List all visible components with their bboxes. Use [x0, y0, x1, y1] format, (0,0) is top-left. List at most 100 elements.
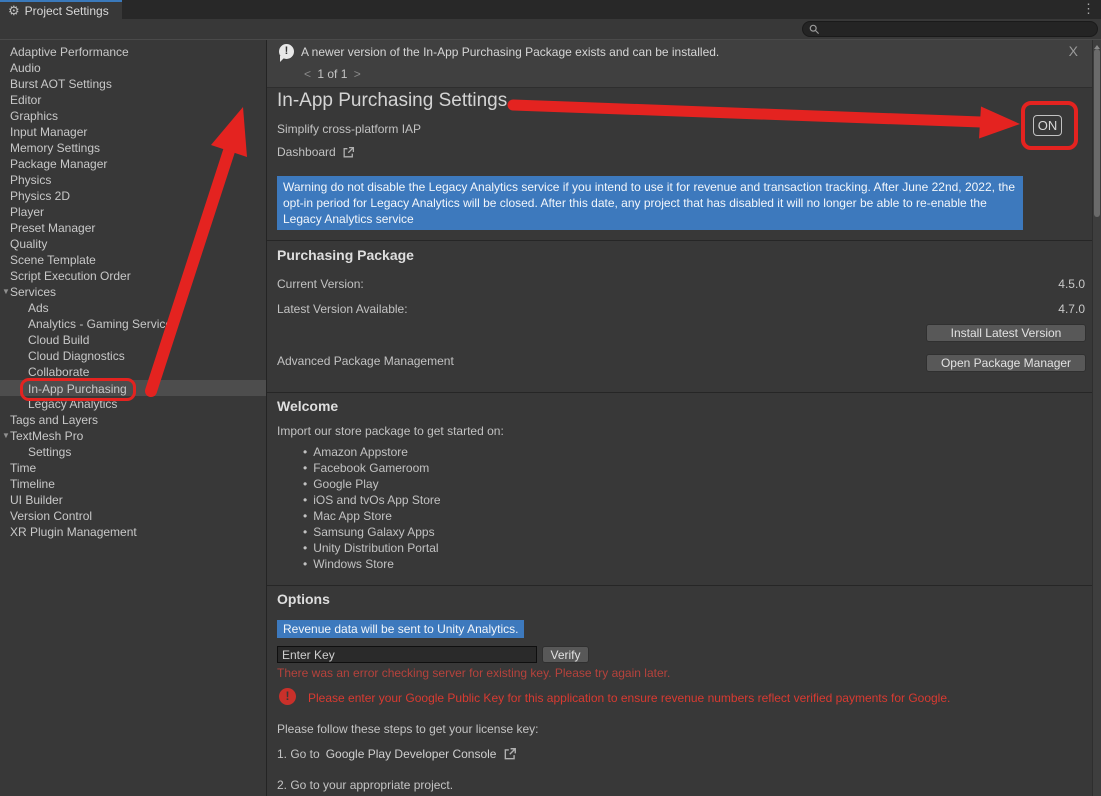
close-icon[interactable]: X — [1069, 43, 1078, 59]
sidebar-item-ads[interactable]: Ads — [0, 300, 266, 316]
external-link-icon — [503, 747, 517, 761]
sidebar-item-label: Settings — [28, 445, 71, 459]
sidebar-item-label: Burst AOT Settings — [10, 77, 112, 91]
store-name: Unity Distribution Portal — [313, 541, 438, 555]
sidebar-item-label: Timeline — [10, 477, 55, 491]
vertical-scrollbar[interactable] — [1092, 40, 1101, 796]
sidebar-item-tags-and-layers[interactable]: Tags and Layers — [0, 412, 266, 428]
section-divider — [267, 392, 1092, 393]
bullet-icon: • — [303, 477, 307, 491]
notification-bubble-icon: ! — [279, 44, 294, 59]
expand-triangle-icon[interactable]: ▼ — [2, 428, 10, 444]
sidebar-item-preset-manager[interactable]: Preset Manager — [0, 220, 266, 236]
kebab-menu-icon[interactable]: ⋮ — [1082, 1, 1095, 17]
store-name: iOS and tvOs App Store — [313, 493, 440, 507]
current-version-label: Current Version: — [277, 277, 364, 291]
advanced-package-management-label: Advanced Package Management — [277, 354, 454, 368]
open-package-manager-button[interactable]: Open Package Manager — [926, 354, 1086, 372]
page-title: In-App Purchasing Settings — [277, 90, 507, 112]
dashboard-link[interactable]: Dashboard — [277, 145, 355, 159]
license-step-1: 1. Go to Google Play Developer Console — [277, 747, 517, 761]
sidebar-item-burst-aot-settings[interactable]: Burst AOT Settings — [0, 76, 266, 92]
sidebar-item-version-control[interactable]: Version Control — [0, 508, 266, 524]
store-name: Samsung Galaxy Apps — [313, 525, 434, 539]
sidebar-item-ui-builder[interactable]: UI Builder — [0, 492, 266, 508]
settings-content: ! A newer version of the In-App Purchasi… — [267, 40, 1092, 796]
iap-enable-toggle[interactable]: ON — [1033, 115, 1062, 136]
store-list-item: • Google Play — [303, 476, 379, 492]
sidebar-item-xr-plugin-management[interactable]: XR Plugin Management — [0, 524, 266, 540]
sidebar-item-label: Audio — [10, 61, 41, 75]
enter-key-input[interactable] — [277, 646, 537, 663]
options-heading: Options — [277, 591, 330, 607]
search-icon — [809, 24, 820, 35]
sidebar-item-services[interactable]: ▼Services — [0, 284, 266, 300]
sidebar-item-in-app-purchasing[interactable]: In-App Purchasing — [0, 380, 266, 396]
sidebar-item-audio[interactable]: Audio — [0, 60, 266, 76]
bullet-icon: • — [303, 493, 307, 507]
sidebar-item-time[interactable]: Time — [0, 460, 266, 476]
tab-project-settings[interactable]: ⚙ Project Settings — [0, 0, 122, 19]
search-input[interactable] — [802, 21, 1098, 37]
sidebar-item-adaptive-performance[interactable]: Adaptive Performance — [0, 44, 266, 60]
sidebar-item-scene-template[interactable]: Scene Template — [0, 252, 266, 268]
sidebar-item-label: Ads — [28, 301, 49, 315]
store-name: Google Play — [313, 477, 378, 491]
sidebar-item-label: Physics — [10, 173, 51, 187]
sidebar-item-memory-settings[interactable]: Memory Settings — [0, 140, 266, 156]
sidebar-item-label: Cloud Diagnostics — [28, 349, 125, 363]
scroll-up-icon[interactable] — [1094, 42, 1100, 49]
sidebar-item-graphics[interactable]: Graphics — [0, 108, 266, 124]
step1-prefix: 1. Go to — [277, 747, 320, 761]
sidebar-item-label: Services — [10, 285, 56, 299]
section-divider — [267, 585, 1092, 586]
sidebar-item-label: UI Builder — [10, 493, 63, 507]
store-list-item: • iOS and tvOs App Store — [303, 492, 441, 508]
sidebar-item-textmesh-pro[interactable]: ▼TextMesh Pro — [0, 428, 266, 444]
sidebar-item-label: Player — [10, 205, 44, 219]
install-latest-version-button[interactable]: Install Latest Version — [926, 324, 1086, 342]
verify-button[interactable]: Verify — [542, 646, 589, 663]
sidebar-item-editor[interactable]: Editor — [0, 92, 266, 108]
scrollbar-thumb[interactable] — [1094, 49, 1100, 217]
sidebar-item-quality[interactable]: Quality — [0, 236, 266, 252]
analytics-revenue-note: Revenue data will be sent to Unity Analy… — [277, 620, 524, 638]
sidebar-item-package-manager[interactable]: Package Manager — [0, 156, 266, 172]
sidebar-item-settings[interactable]: Settings — [0, 444, 266, 460]
sidebar-item-label: Physics 2D — [10, 189, 70, 203]
store-list-item: •Mac App Store — [303, 508, 392, 524]
bullet-icon: • — [303, 557, 307, 571]
sidebar-item-script-execution-order[interactable]: Script Execution Order — [0, 268, 266, 284]
welcome-intro: Import our store package to get started … — [277, 424, 504, 438]
store-list-item: •Samsung Galaxy Apps — [303, 524, 435, 540]
bullet-icon: • — [303, 445, 307, 459]
sidebar-item-label: Adaptive Performance — [10, 45, 129, 59]
sidebar-item-input-manager[interactable]: Input Manager — [0, 124, 266, 140]
store-name: Mac App Store — [313, 509, 392, 523]
store-name: Facebook Gameroom — [313, 461, 429, 475]
sidebar-item-timeline[interactable]: Timeline — [0, 476, 266, 492]
google-play-console-link[interactable]: Google Play Developer Console — [326, 747, 497, 761]
sidebar-item-physics[interactable]: Physics — [0, 172, 266, 188]
sidebar-item-label: XR Plugin Management — [10, 525, 137, 539]
sidebar-item-cloud-build[interactable]: Cloud Build — [0, 332, 266, 348]
sidebar-item-cloud-diagnostics[interactable]: Cloud Diagnostics — [0, 348, 266, 364]
page-subtitle: Simplify cross-platform IAP — [277, 122, 421, 136]
bullet-icon: • — [303, 461, 307, 475]
sidebar-item-physics-2d[interactable]: Physics 2D — [0, 188, 266, 204]
expand-triangle-icon[interactable]: ▼ — [2, 284, 10, 300]
settings-sidebar: Adaptive Performance Audio Burst AOT Setti… — [0, 40, 267, 796]
sidebar-item-label: Cloud Build — [28, 333, 89, 347]
update-notification-bar: ! A newer version of the In-App Purchasi… — [267, 40, 1092, 88]
sidebar-item-label: Editor — [10, 93, 41, 107]
sidebar-item-label: Graphics — [10, 109, 58, 123]
store-list-item: • Facebook Gameroom — [303, 460, 429, 476]
sidebar-item-analytics-gaming-services[interactable]: Analytics - Gaming Services — [0, 316, 266, 332]
sidebar-item-label: Script Execution Order — [10, 269, 131, 283]
sidebar-item-label: Package Manager — [10, 157, 107, 171]
pager-next-icon[interactable]: > — [351, 67, 364, 81]
pager-prev-icon[interactable]: < — [301, 67, 314, 81]
sidebar-item-label: Analytics - Gaming Services — [28, 317, 178, 331]
sidebar-item-player[interactable]: Player — [0, 204, 266, 220]
license-steps-intro: Please follow these steps to get your li… — [277, 722, 538, 736]
